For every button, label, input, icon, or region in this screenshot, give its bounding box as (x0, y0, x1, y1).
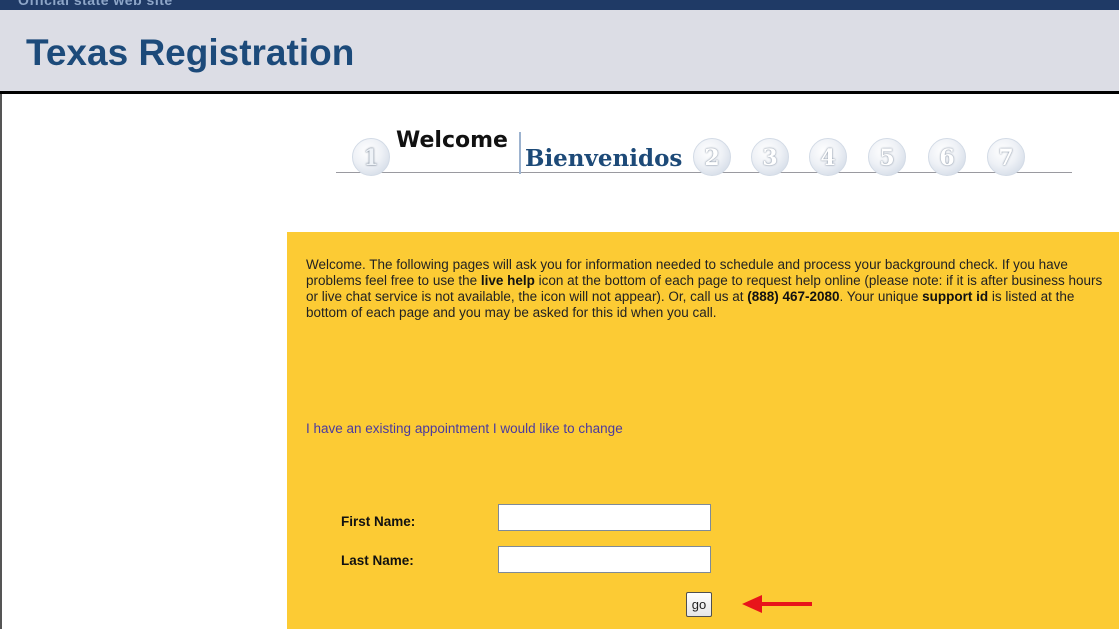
step-1-circle: 1 (352, 138, 390, 176)
live-help-term: live help (480, 273, 535, 288)
page-title: Texas Registration (26, 32, 355, 73)
left-border (0, 94, 2, 629)
first-name-label: First Name: (341, 514, 416, 529)
step-bienvenidos-label: Bienvenidos (525, 145, 683, 172)
registration-panel: Welcome. The following pages will ask yo… (287, 232, 1119, 629)
step-5-circle: 5 (868, 138, 906, 176)
step-6-circle: 6 (928, 138, 966, 176)
go-button[interactable]: go (686, 592, 712, 617)
step-3-circle: 3 (751, 138, 789, 176)
last-name-label: Last Name: (341, 553, 414, 568)
step-7-circle: 7 (987, 138, 1025, 176)
last-name-input[interactable] (498, 546, 711, 573)
support-id-term: support id (922, 289, 989, 304)
change-appointment-link[interactable]: I have an existing appointment I would l… (306, 421, 623, 436)
top-strip: Official state web site (0, 0, 1119, 10)
step-2-circle: 2 (693, 138, 731, 176)
welcome-intro-text: Welcome. The following pages will ask yo… (306, 257, 1112, 321)
support-phone: (888) 467-2080 (747, 289, 840, 304)
step-progress-bar: 1 Welcome Bienvenidos 2 3 4 5 6 7 (336, 126, 1072, 182)
first-name-input[interactable] (498, 504, 711, 531)
step-welcome-label: Welcome (396, 128, 508, 153)
top-strip-text: Official state web site (18, 0, 173, 8)
step-4-circle: 4 (809, 138, 847, 176)
left-arrow-icon (742, 595, 812, 613)
page-header: Texas Registration (0, 10, 1119, 94)
step-label-divider (519, 132, 521, 174)
intro-text-3: . Your unique (839, 289, 923, 304)
